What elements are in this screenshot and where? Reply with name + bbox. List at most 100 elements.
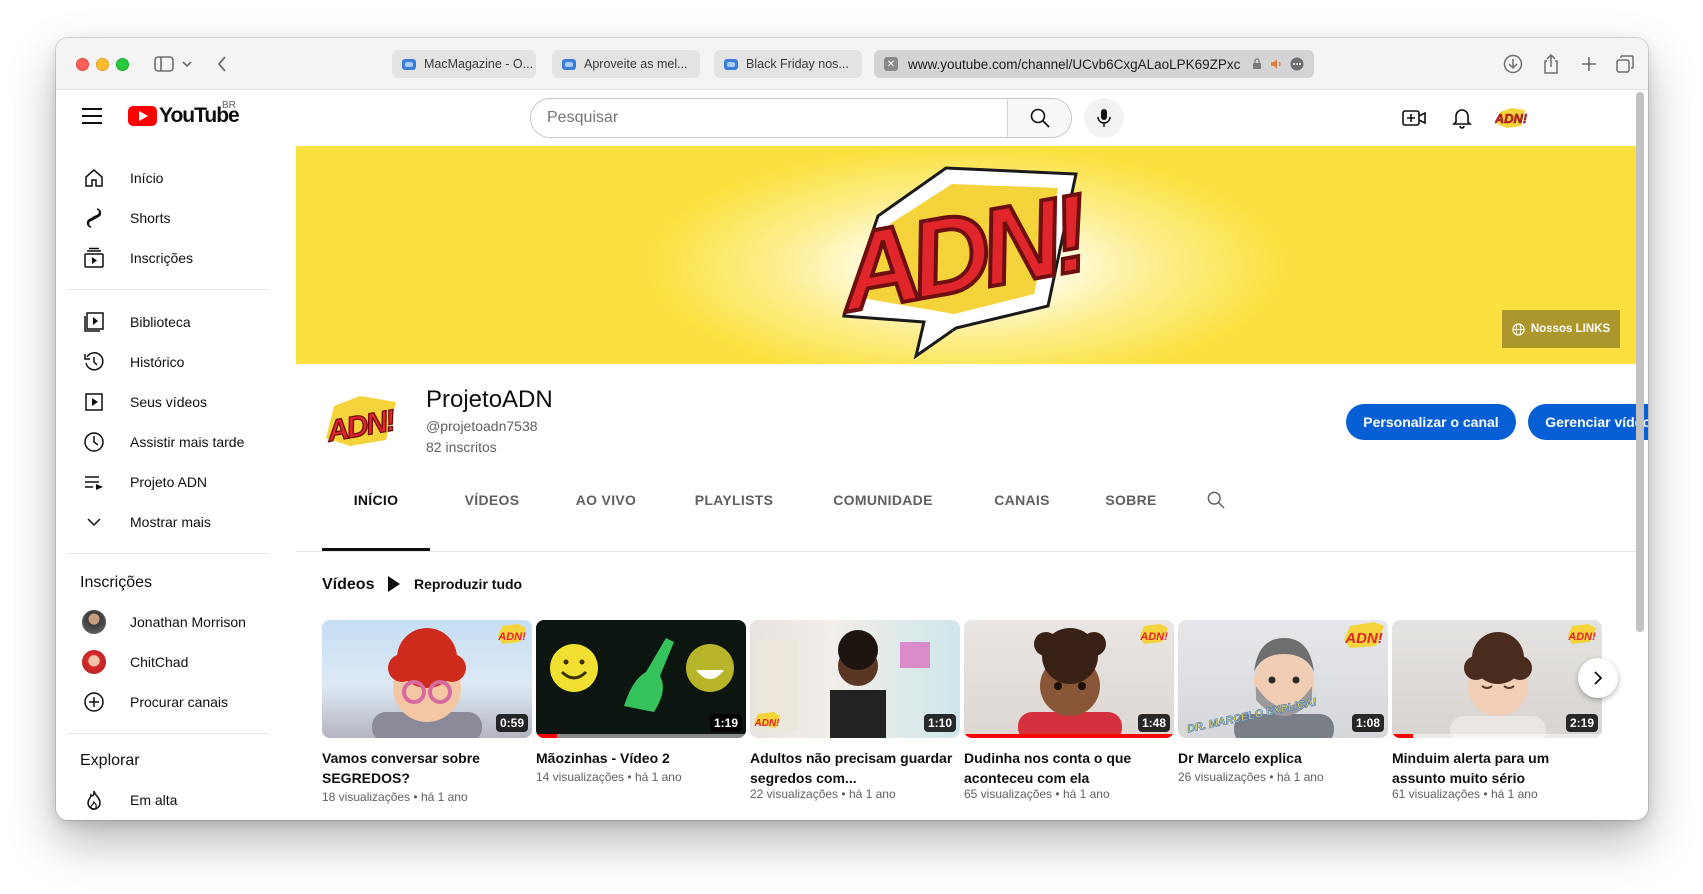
sidebar-item-projeto-adn[interactable]: Projeto ADN (68, 462, 268, 502)
play-icon (388, 576, 400, 592)
video-duration: 1:10 (923, 714, 956, 732)
sidebar-item-chitchad[interactable]: ChitChad (68, 642, 268, 682)
video-title[interactable]: Dudinha nos conta o que aconteceu com el… (964, 748, 1174, 788)
upload-age: há 1 ano (420, 790, 468, 804)
video-thumbnail[interactable]: ADN! DR. MARCELO EXPLICA! 1:08 (1178, 620, 1388, 738)
sidebar-divider (68, 289, 268, 290)
channel-search-button[interactable] (1192, 476, 1240, 524)
video-title[interactable]: Minduim alerta para um assunto muito sér… (1392, 748, 1602, 788)
browser-tab-youtube-active[interactable]: ✕ www.youtube.com/channel/UCvb6CxgALaoLP… (874, 50, 1314, 78)
menu-icon[interactable] (82, 108, 102, 124)
chevron-down-icon[interactable] (180, 52, 194, 76)
channel-avatar[interactable]: ADN! (320, 382, 400, 462)
account-avatar[interactable]: ADN! (1494, 102, 1528, 134)
tab-ao-vivo[interactable]: AO VIVO (554, 476, 658, 524)
sidebar-item-procurar-canais[interactable]: Procurar canais (68, 682, 268, 722)
library-icon (82, 310, 106, 334)
address-bar-url[interactable]: www.youtube.com/channel/UCvb6CxgALaoLPK6… (908, 57, 1246, 72)
tab-comunidade[interactable]: COMUNIDADE (808, 476, 958, 524)
video-card[interactable]: ADN! 1:10 Adultos não precisam guardar s… (750, 620, 960, 801)
watch-progress (536, 734, 557, 738)
browser-tab-macmagazine[interactable]: MacMagazine - O... (392, 50, 536, 78)
sidebar-item-em-alta[interactable]: Em alta (68, 780, 268, 820)
watch-later-icon (82, 430, 106, 454)
sidebar-item-label: Projeto ADN (130, 474, 208, 490)
channel-avatar (82, 610, 106, 634)
back-icon[interactable] (212, 52, 232, 76)
video-meta: 65 visualizações • há 1 ano (964, 787, 1110, 801)
lock-icon (1252, 58, 1262, 70)
sidebar-item-assistir-mais-tarde[interactable]: Assistir mais tarde (68, 422, 268, 462)
sidebar-item-label: Em alta (130, 792, 178, 808)
video-thumbnail[interactable]: ADN! 2:19 (1392, 620, 1602, 738)
close-tab-icon[interactable]: ✕ (884, 57, 898, 71)
sidebar-item-label: Shorts (130, 210, 171, 226)
voice-search-button[interactable] (1084, 98, 1124, 138)
carousel-next-button[interactable] (1578, 658, 1618, 698)
zoom-window-button[interactable] (116, 58, 129, 71)
minimize-window-button[interactable] (96, 58, 109, 71)
video-meta: 14 visualizações • há 1 ano (536, 770, 682, 784)
sidebar-item-inscricoes[interactable]: Inscrições (68, 238, 268, 278)
video-card[interactable]: ADN! 0:59 Vamos conversar sobre SEGREDOS… (322, 620, 532, 804)
sidebar-item-seus-videos[interactable]: Seus vídeos (68, 382, 268, 422)
sidebar-item-jonathan-morrison[interactable]: Jonathan Morrison (68, 602, 268, 642)
video-thumbnail[interactable]: ADN! 0:59 (322, 620, 532, 738)
share-icon[interactable] (1540, 52, 1562, 76)
video-card[interactable]: 1:19 Mãozinhas - Vídeo 2 14 visualizaçõe… (536, 620, 746, 784)
upload-age: há 1 ano (848, 787, 896, 801)
home-icon (82, 166, 106, 190)
chevron-down-icon (82, 510, 106, 534)
sidebar-item-inicio[interactable]: Início (68, 158, 268, 198)
country-code: BR (222, 100, 236, 111)
search-button[interactable] (1007, 99, 1071, 137)
video-card[interactable]: ADN! 2:19 Minduim alerta para um assunto… (1392, 620, 1602, 801)
favicon-icon (724, 58, 738, 70)
tab-inicio[interactable]: INÍCIO (322, 476, 430, 524)
create-video-icon[interactable] (1402, 106, 1426, 130)
more-icon[interactable] (1290, 57, 1304, 71)
speaker-icon[interactable] (1270, 58, 1282, 70)
sidebar-item-mostrar-mais[interactable]: Mostrar mais (68, 502, 268, 542)
page-scrollbar[interactable] (1636, 92, 1644, 632)
video-meta: 18 visualizações • há 1 ano (322, 790, 468, 804)
video-title[interactable]: Adultos não precisam guardar segredos co… (750, 748, 960, 788)
tab-sobre[interactable]: SOBRE (1086, 476, 1176, 524)
tabs-divider (296, 551, 1636, 552)
tab-playlists[interactable]: PLAYLISTS (674, 476, 794, 524)
nossos-links-button[interactable]: Nossos LINKS (1502, 310, 1620, 348)
youtube-play-icon (128, 106, 157, 126)
tab-overview-icon[interactable] (1614, 52, 1636, 76)
view-count: 65 visualizações (964, 787, 1053, 801)
manage-videos-button[interactable]: Gerenciar vídeos (1528, 404, 1648, 440)
video-thumbnail[interactable]: 1:19 (536, 620, 746, 738)
video-card[interactable]: ADN! 1:48 Dudinha nos conta o que aconte… (964, 620, 1174, 801)
play-all-button[interactable]: Reproduzir tudo (388, 576, 522, 592)
video-card[interactable]: ADN! DR. MARCELO EXPLICA! 1:08 Dr Marcel… (1178, 620, 1388, 784)
download-icon[interactable] (1502, 52, 1524, 76)
browser-tab-aproveite[interactable]: Aproveite as mel... (552, 50, 700, 78)
video-thumbnail[interactable]: ADN! 1:10 (750, 620, 960, 738)
new-tab-icon[interactable] (1578, 52, 1600, 76)
view-count: 18 visualizações (322, 790, 411, 804)
browser-tab-black-friday[interactable]: Black Friday nos... (714, 50, 862, 78)
channel-name: ProjetoADN (426, 386, 553, 413)
tab-canais[interactable]: CANAIS (974, 476, 1070, 524)
tab-videos[interactable]: VÍDEOS (444, 476, 540, 524)
sidebar-item-label: Assistir mais tarde (130, 434, 245, 450)
close-window-button[interactable] (76, 58, 89, 71)
search-input[interactable] (531, 99, 1007, 137)
watch-progress (1392, 734, 1413, 738)
sidebar-toggle-icon[interactable] (152, 52, 176, 76)
notifications-bell-icon[interactable] (1450, 106, 1474, 130)
customize-channel-button[interactable]: Personalizar o canal (1346, 404, 1516, 440)
sidebar-item-historico[interactable]: Histórico (68, 342, 268, 382)
video-title[interactable]: Vamos conversar sobre SEGREDOS? (322, 748, 532, 788)
sidebar-item-label: Inscrições (130, 250, 194, 266)
video-thumbnail[interactable]: ADN! 1:48 (964, 620, 1174, 738)
sidebar-item-biblioteca[interactable]: Biblioteca (68, 302, 268, 342)
watch-progress (964, 734, 1174, 738)
video-duration: 1:08 (1351, 714, 1384, 732)
sidebar-item-shorts[interactable]: Shorts (68, 198, 268, 238)
account-avatar-logo: ADN! (1495, 111, 1527, 126)
